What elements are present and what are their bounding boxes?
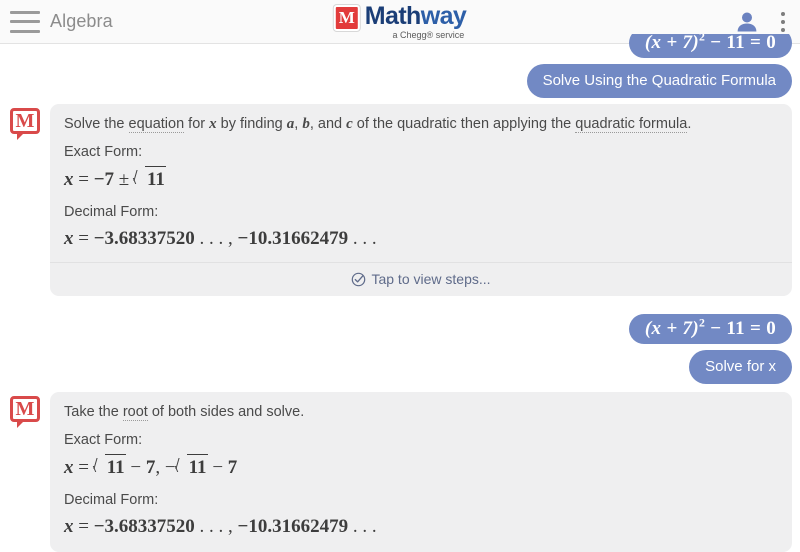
exact-form-value: x = −7 ± 11 bbox=[64, 166, 778, 193]
brand-name: Mathway bbox=[364, 1, 467, 30]
message-row: M Solve the equation for x by finding a,… bbox=[8, 104, 792, 296]
answer-intro-text: Take the root of both sides and solve. bbox=[64, 402, 778, 422]
question-bubble[interactable]: (x + 7)2 − 11 = 0 bbox=[628, 314, 792, 344]
message-row: (x + 7)2 − 11 = 0 bbox=[8, 34, 792, 58]
inline-math-x: x bbox=[209, 116, 217, 132]
action-bubble-solve-for-x[interactable]: Solve for x bbox=[689, 350, 792, 384]
avatar-letter: M bbox=[15, 398, 35, 420]
decimal-form-label: Decimal Form: bbox=[64, 492, 159, 508]
brand-name-accent: way bbox=[420, 1, 467, 30]
inline-math-b: b bbox=[302, 116, 310, 132]
answer-intro-text: Solve the equation for x by finding a, b… bbox=[64, 114, 778, 134]
glossary-link-root[interactable]: root bbox=[122, 404, 148, 421]
exact-form-label: Exact Form: bbox=[64, 432, 143, 448]
action-bubble-quadratic-formula[interactable]: Solve Using the Quadratic Formula bbox=[526, 64, 792, 98]
intro-part: . bbox=[687, 116, 692, 132]
message-row: (x + 7)2 − 11 = 0 bbox=[8, 314, 792, 344]
question-expression-base: (x + 7) bbox=[644, 318, 699, 339]
glossary-link-equation[interactable]: equation bbox=[128, 116, 185, 133]
intro-part: by finding bbox=[216, 116, 287, 132]
hamburger-bar bbox=[10, 10, 40, 14]
message-row: Solve Using the Quadratic Formula bbox=[8, 64, 792, 98]
avatar-letter: M bbox=[15, 110, 35, 132]
intro-part: of both sides and solve. bbox=[147, 404, 305, 420]
inline-math-c: c bbox=[346, 116, 353, 132]
decimal-form-label: Decimal Form: bbox=[64, 204, 159, 220]
intro-part: of the quadratic then applying the bbox=[352, 116, 576, 132]
answer-block: M Take the root of both sides and solve.… bbox=[8, 392, 792, 552]
view-steps-button[interactable]: Tap to view steps... bbox=[50, 262, 792, 296]
decimal-form-value: x = −3.68337520 . . . , −10.31662479 . .… bbox=[64, 228, 377, 249]
exact-form-value: x = 11 − 7, −11 − 7 bbox=[64, 454, 778, 481]
exact-form-label: Exact Form: bbox=[64, 144, 143, 160]
kebab-dot bbox=[781, 20, 785, 24]
kebab-dot bbox=[781, 12, 785, 16]
message-row: M Take the root of both sides and solve.… bbox=[8, 392, 792, 552]
question-expression-tail: − 11 = 0 bbox=[705, 34, 776, 53]
kebab-dot bbox=[781, 28, 785, 32]
subject-title: Algebra bbox=[50, 11, 113, 31]
question-expression-tail: − 11 = 0 bbox=[705, 318, 776, 339]
message-row: Solve for x bbox=[8, 350, 792, 384]
intro-part: for bbox=[184, 116, 210, 132]
intro-part: , and bbox=[309, 116, 347, 132]
answer-block: M Solve the equation for x by finding a,… bbox=[8, 104, 792, 296]
answer-card: Solve the equation for x by finding a, b… bbox=[50, 104, 792, 296]
check-circle-icon bbox=[352, 272, 366, 286]
decimal-form-value: x = −3.68337520 . . . , −10.31662479 . .… bbox=[64, 516, 377, 537]
intro-part: Take the bbox=[64, 404, 123, 420]
mathway-avatar-icon: M bbox=[10, 396, 44, 430]
question-expression-base: (x + 7) bbox=[644, 34, 699, 53]
question-bubble[interactable]: (x + 7)2 − 11 = 0 bbox=[628, 34, 792, 58]
answer-card: Take the root of both sides and solve. E… bbox=[50, 392, 792, 552]
mathway-app: Algebra Mathway a Chegg® service bbox=[0, 0, 800, 552]
hamburger-bar bbox=[10, 20, 40, 23]
view-steps-label: Tap to view steps... bbox=[371, 271, 491, 287]
brand-name-main: Math bbox=[364, 1, 422, 30]
conversation-feed: (x + 7)2 − 11 = 0 Solve Using the Quadra… bbox=[0, 34, 800, 552]
mathway-avatar-icon: M bbox=[10, 108, 44, 142]
mathway-logo-icon bbox=[333, 4, 360, 31]
intro-part: Solve the bbox=[64, 116, 129, 132]
hamburger-bar bbox=[10, 29, 40, 33]
glossary-link-quadratic-formula[interactable]: quadratic formula bbox=[575, 116, 688, 133]
hamburger-icon[interactable] bbox=[10, 10, 40, 33]
